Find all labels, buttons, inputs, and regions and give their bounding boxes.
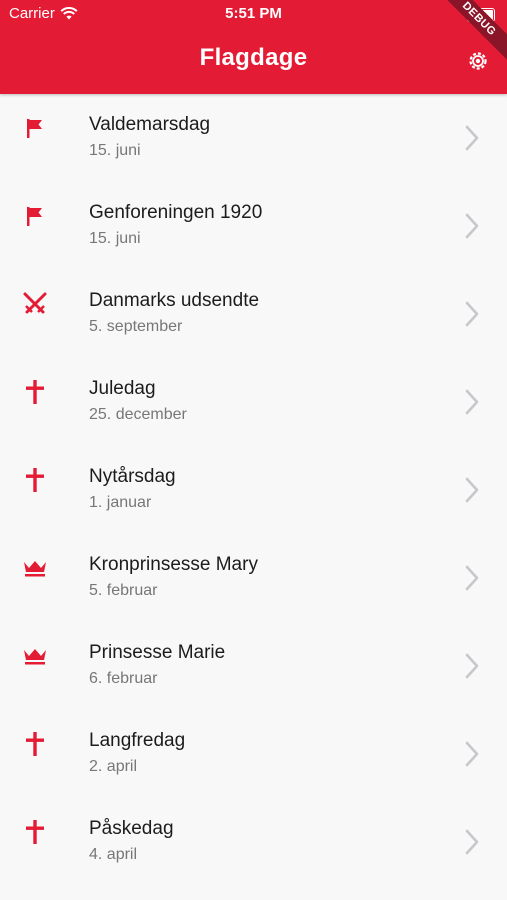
- chevron-right-icon: [462, 828, 482, 856]
- chevron-right-icon: [462, 476, 482, 504]
- crown-icon: [21, 642, 49, 670]
- flag-day-name: Prinsesse Marie: [89, 642, 226, 663]
- cross-icon: [21, 378, 49, 406]
- flag-day-name: Danmarks udsendte: [89, 290, 260, 311]
- flag-day-date: 6. februar: [89, 670, 158, 687]
- flag-day-name: Kronprinsesse Mary: [89, 554, 258, 575]
- crossed-swords-icon: [21, 290, 49, 318]
- chevron-right-icon: [462, 652, 482, 680]
- chevron-right-icon: [462, 300, 482, 328]
- list-item[interactable]: Genforeningen 1920 15. juni: [0, 182, 507, 270]
- app-screen: Carrier 5:51 PM Flagdage DEBUG Valdemars…: [0, 0, 507, 900]
- list-item[interactable]: Juledag 25. december: [0, 358, 507, 446]
- flag-day-name: Genforeningen 1920: [89, 202, 263, 223]
- flag-day-name: Langfredag: [89, 730, 186, 751]
- flag-day-date: 1. januar: [89, 494, 152, 511]
- flag-icon: [21, 114, 49, 142]
- flag-days-list: Valdemarsdag 15. juni Genforeningen 1920 1…: [0, 94, 507, 886]
- flag-day-name: Juledag: [89, 378, 156, 399]
- list-item[interactable]: Langfredag 2. april: [0, 710, 507, 798]
- list-item[interactable]: Påskedag 4. april: [0, 798, 507, 886]
- list-item[interactable]: Prinsesse Marie 6. februar: [0, 622, 507, 710]
- list-item[interactable]: Nytårsdag 1. januar: [0, 446, 507, 534]
- flag-day-name: Nytårsdag: [89, 466, 176, 487]
- list-item[interactable]: Valdemarsdag 15. juni: [0, 94, 507, 182]
- list-item[interactable]: Kronprinsesse Mary 5. februar: [0, 534, 507, 622]
- status-bar: Carrier 5:51 PM: [0, 0, 507, 28]
- flag-day-name: Påskedag: [89, 818, 174, 839]
- flag-day-date: 15. juni: [89, 142, 141, 159]
- chevron-right-icon: [462, 388, 482, 416]
- flag-icon: [21, 202, 49, 230]
- cross-icon: [21, 730, 49, 758]
- crown-icon: [21, 554, 49, 582]
- chevron-right-icon: [462, 564, 482, 592]
- flag-day-date: 2. april: [89, 758, 138, 775]
- app-bar: Carrier 5:51 PM Flagdage DEBUG: [0, 0, 507, 94]
- cross-icon: [21, 466, 49, 494]
- flag-day-name: Valdemarsdag: [89, 114, 211, 135]
- page-title: Flagdage: [199, 44, 308, 71]
- gear-icon: [469, 52, 487, 70]
- settings-button[interactable]: [465, 48, 491, 74]
- chevron-right-icon: [462, 212, 482, 240]
- chevron-right-icon: [462, 740, 482, 768]
- chevron-right-icon: [462, 124, 482, 152]
- flag-day-date: 4. april: [89, 846, 138, 863]
- flag-day-date: 15. juni: [89, 230, 141, 247]
- status-time: 5:51 PM: [225, 5, 282, 22]
- cross-icon: [21, 818, 49, 846]
- flag-day-date: 5. februar: [89, 582, 158, 599]
- flag-day-date: 25. december: [89, 406, 187, 423]
- list-item[interactable]: Danmarks udsendte 5. september: [0, 270, 507, 358]
- flag-day-date: 5. september: [89, 318, 183, 335]
